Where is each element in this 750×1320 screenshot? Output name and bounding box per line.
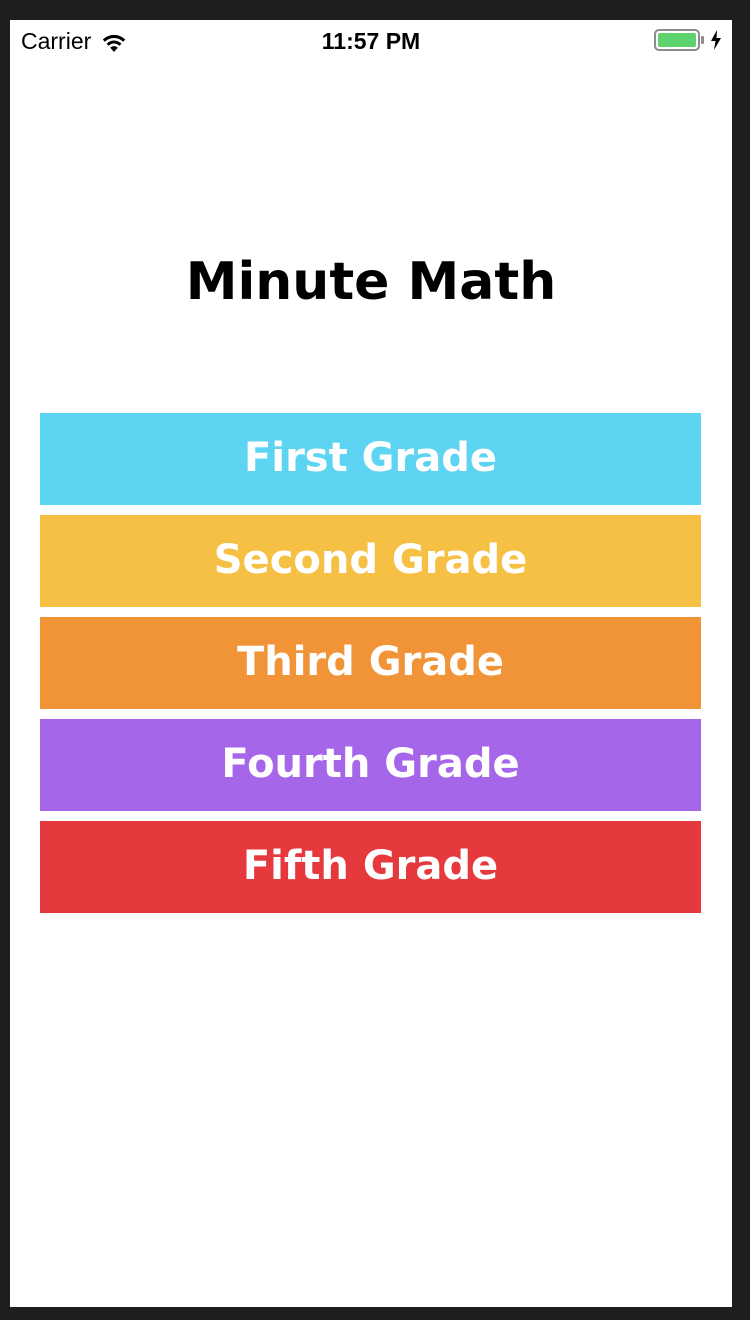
battery-indicator [654, 29, 722, 51]
third-grade-label: Third Grade [236, 639, 505, 685]
device-frame: Carrier 11:57 PM Minute Math First Grade… [0, 0, 750, 1320]
first-grade-label: First Grade [244, 435, 497, 481]
second-grade-label: Second Grade [213, 537, 528, 583]
status-time: 11:57 PM [321, 28, 421, 54]
fifth-grade-label: Fifth Grade [242, 843, 499, 889]
status-bar: Carrier 11:57 PM [10, 20, 732, 62]
second-grade-button[interactable]: Second Grade [40, 515, 701, 607]
fourth-grade-label: Fourth Grade [221, 741, 520, 787]
first-grade-button[interactable]: First Grade [40, 413, 701, 505]
page-title: Minute Math [185, 252, 557, 312]
fourth-grade-button[interactable]: Fourth Grade [40, 719, 701, 811]
battery-icon [654, 29, 706, 51]
bolt-icon [710, 30, 722, 50]
third-grade-button[interactable]: Third Grade [40, 617, 701, 709]
grade-list: First Grade Second Grade Third Grade Fou… [40, 413, 701, 923]
app-screen: Carrier 11:57 PM Minute Math First Grade… [10, 20, 732, 1307]
fifth-grade-button[interactable]: Fifth Grade [40, 821, 701, 913]
